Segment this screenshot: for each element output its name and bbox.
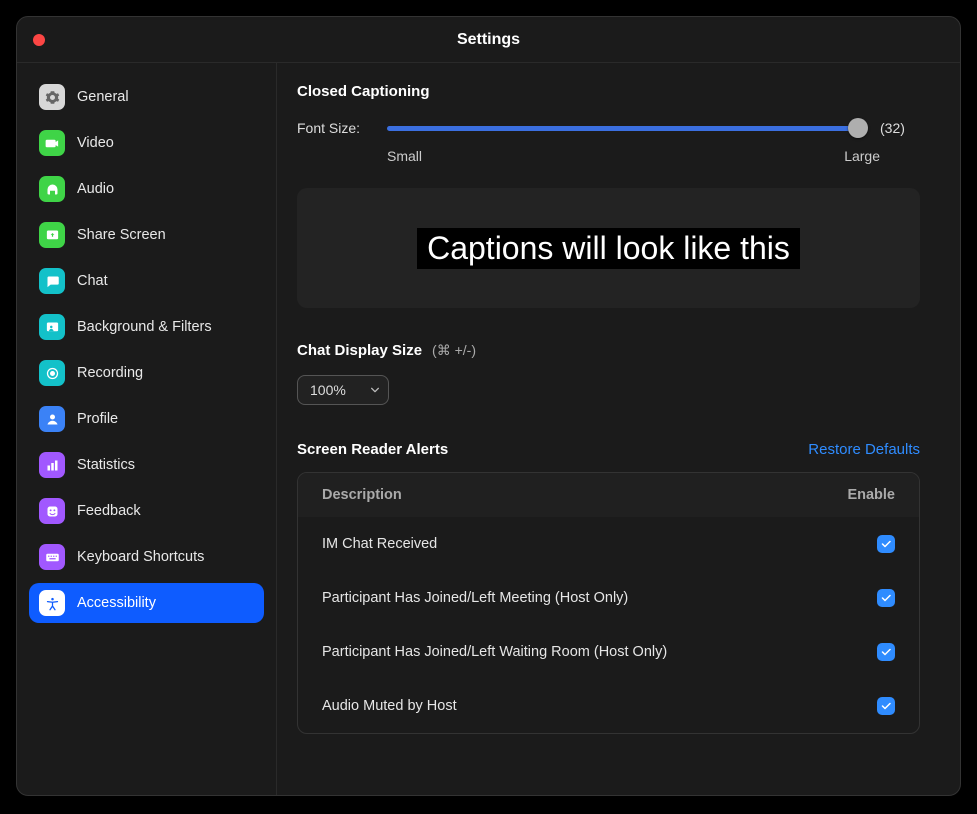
alerts-row-enable <box>835 643 895 661</box>
sidebar-item-label: Video <box>77 135 114 151</box>
sidebar-item-label: Accessibility <box>77 595 156 611</box>
sidebar-item-label: Profile <box>77 411 118 427</box>
alerts-row: Participant Has Joined/Left Meeting (Hos… <box>298 571 919 625</box>
font-size-value: (32) <box>880 120 920 136</box>
gear-icon <box>39 84 65 110</box>
window-title: Settings <box>17 31 960 49</box>
enable-checkbox[interactable] <box>877 643 895 661</box>
window-body: General Video Audio Share Screen Chat Backgro… <box>17 63 960 795</box>
accessibility-icon <box>39 590 65 616</box>
slider-max-label: Large <box>844 148 880 164</box>
slider-thumb[interactable] <box>848 118 868 138</box>
sidebar-item-keyboard-shortcuts[interactable]: Keyboard Shortcuts <box>29 537 264 577</box>
caption-preview: Captions will look like this <box>297 188 920 308</box>
font-size-label: Font Size: <box>297 120 373 136</box>
chat-display-size-title: Chat Display Size <box>297 342 422 359</box>
alerts-col-description: Description <box>322 487 835 503</box>
font-size-slider[interactable] <box>387 118 866 138</box>
record-icon <box>39 360 65 386</box>
alerts-row: IM Chat Received <box>298 517 919 571</box>
alerts-row-enable <box>835 589 895 607</box>
alerts-row-description: IM Chat Received <box>322 536 835 552</box>
enable-checkbox[interactable] <box>877 535 895 553</box>
chat-display-size-select[interactable]: 100% <box>297 375 389 405</box>
sidebar-item-label: Recording <box>77 365 143 381</box>
profile-icon <box>39 406 65 432</box>
share-screen-icon <box>39 222 65 248</box>
screen-reader-alerts-header: Screen Reader Alerts Restore Defaults <box>297 441 920 458</box>
sidebar-item-background-filters[interactable]: Background & Filters <box>29 307 264 347</box>
chat-icon <box>39 268 65 294</box>
sidebar-item-chat[interactable]: Chat <box>29 261 264 301</box>
sidebar: General Video Audio Share Screen Chat Backgro… <box>17 63 277 795</box>
alerts-row-description: Audio Muted by Host <box>322 698 835 714</box>
sidebar-item-general[interactable]: General <box>29 77 264 117</box>
video-icon <box>39 130 65 156</box>
sidebar-item-video[interactable]: Video <box>29 123 264 163</box>
chat-display-size-value: 100% <box>310 382 346 398</box>
sidebar-item-audio[interactable]: Audio <box>29 169 264 209</box>
alerts-col-enable: Enable <box>835 487 895 503</box>
alerts-row: Audio Muted by Host <box>298 679 919 733</box>
statistics-icon <box>39 452 65 478</box>
alerts-row-enable <box>835 535 895 553</box>
window-controls <box>33 34 45 46</box>
sidebar-item-label: Audio <box>77 181 114 197</box>
settings-window: Settings General Video Audio Share Screen Ch… <box>16 16 961 796</box>
alerts-table-header: Description Enable <box>298 473 919 517</box>
main-panel: Closed Captioning Font Size: (32) Small … <box>277 63 960 795</box>
enable-checkbox[interactable] <box>877 697 895 715</box>
sidebar-item-share-screen[interactable]: Share Screen <box>29 215 264 255</box>
slider-min-label: Small <box>387 148 422 164</box>
sidebar-item-recording[interactable]: Recording <box>29 353 264 393</box>
titlebar: Settings <box>17 17 960 63</box>
caption-preview-text: Captions will look like this <box>417 228 800 269</box>
alerts-row-description: Participant Has Joined/Left Waiting Room… <box>322 644 835 660</box>
chat-display-size-header: Chat Display Size (⌘ +/-) <box>297 342 920 359</box>
sidebar-item-label: Share Screen <box>77 227 166 243</box>
closed-captioning-title: Closed Captioning <box>297 83 920 100</box>
sidebar-item-accessibility[interactable]: Accessibility <box>29 583 264 623</box>
alerts-row-description: Participant Has Joined/Left Meeting (Hos… <box>322 590 835 606</box>
close-window-button[interactable] <box>33 34 45 46</box>
screen-reader-alerts-title: Screen Reader Alerts <box>297 441 448 458</box>
sidebar-item-label: Background & Filters <box>77 319 212 335</box>
feedback-icon <box>39 498 65 524</box>
headphones-icon <box>39 176 65 202</box>
restore-defaults-button[interactable]: Restore Defaults <box>808 441 920 458</box>
sidebar-item-label: Statistics <box>77 457 135 473</box>
sidebar-item-profile[interactable]: Profile <box>29 399 264 439</box>
slider-endpoints: Small Large <box>387 148 880 164</box>
sidebar-item-feedback[interactable]: Feedback <box>29 491 264 531</box>
chevron-down-icon <box>370 382 380 398</box>
keyboard-icon <box>39 544 65 570</box>
sidebar-item-label: Keyboard Shortcuts <box>77 549 204 565</box>
sidebar-item-label: Feedback <box>77 503 141 519</box>
chat-display-size-shortcut: (⌘ +/-) <box>432 342 476 359</box>
alerts-table: Description Enable IM Chat Received Parti… <box>297 472 920 734</box>
alerts-row: Participant Has Joined/Left Waiting Room… <box>298 625 919 679</box>
enable-checkbox[interactable] <box>877 589 895 607</box>
background-icon <box>39 314 65 340</box>
sidebar-item-statistics[interactable]: Statistics <box>29 445 264 485</box>
font-size-row: Font Size: (32) <box>297 118 920 138</box>
alerts-row-enable <box>835 697 895 715</box>
sidebar-item-label: Chat <box>77 273 108 289</box>
slider-track <box>387 126 866 131</box>
sidebar-item-label: General <box>77 89 129 105</box>
